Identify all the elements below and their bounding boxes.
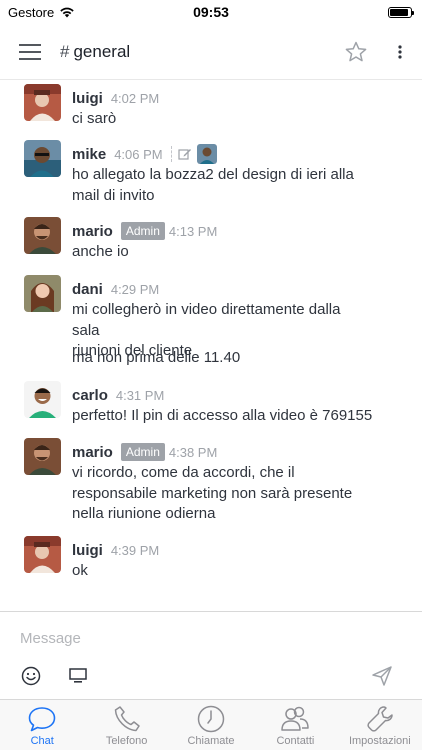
message-header: mario Admin 4:38 PM (72, 442, 217, 462)
avatar[interactable] (24, 536, 61, 573)
message-text: ci sarò (72, 109, 372, 130)
send-button[interactable] (370, 664, 394, 688)
status-left: Gestore (8, 5, 75, 20)
message-line: ci sarò (72, 110, 117, 127)
message-time: 4:29 PM (110, 281, 160, 297)
message-time: 4:39 PM (110, 542, 160, 558)
username[interactable]: luigi (72, 90, 103, 107)
avatar[interactable] (24, 217, 61, 254)
message-line: ho allegato la bozza2 del design di ieri… (72, 166, 354, 183)
admin-badge: Admin (120, 222, 165, 240)
message-list[interactable]: luigi 4:02 PM ci sarò mike 4:06 PM ho al… (0, 80, 422, 610)
divider (170, 146, 172, 162)
username[interactable]: dani (72, 281, 103, 298)
star-icon (345, 41, 367, 61)
message-header: dani 4:29 PM (72, 279, 159, 299)
editor-avatar (196, 144, 217, 164)
send-icon (372, 666, 392, 686)
tab-chiamate[interactable]: Chiamate (169, 700, 253, 750)
edited-icon (178, 149, 191, 160)
message-line: ma non prima delle 11.40 (72, 349, 241, 366)
channel-name: general (73, 41, 131, 61)
message-line: anche io (72, 243, 129, 260)
message-header: mike 4:06 PM (72, 144, 217, 164)
message-text: vi ricordo, come da accordi, che il resp… (72, 463, 372, 525)
message-text: ma non prima delle 11.40 (72, 348, 372, 369)
channel-hash-icon: # (60, 41, 70, 61)
tab-label: Impostazioni (348, 735, 411, 747)
carrier-label: Gestore (8, 4, 55, 20)
battery-icon (388, 6, 414, 18)
clock-icon (197, 705, 225, 733)
screen-share-button[interactable] (66, 664, 90, 688)
tab-label: Chiamate (187, 735, 235, 747)
message-line: vi ricordo, come da accordi, che il (72, 464, 295, 481)
wifi-icon (60, 7, 74, 18)
more-options-button[interactable] (378, 24, 422, 80)
message-line: mi collegherò in video direttamente dall… (72, 301, 341, 339)
menu-icon (19, 43, 41, 60)
emoji-icon (21, 666, 41, 686)
username[interactable]: carlo (72, 387, 108, 404)
username[interactable]: mike (72, 146, 106, 163)
tab-impostazioni[interactable]: Impostazioni (338, 700, 422, 750)
admin-badge: Admin (120, 443, 165, 461)
avatar[interactable] (24, 84, 61, 121)
status-bar: Gestore 09:53 (0, 0, 422, 24)
tab-telefono[interactable]: Telefono (84, 700, 168, 750)
message-text: anche io (72, 242, 372, 263)
screen-share-icon (69, 668, 87, 683)
message-header: luigi 4:39 PM (72, 540, 159, 560)
message-time: 4:38 PM (168, 444, 218, 460)
username[interactable]: luigi (72, 542, 103, 559)
message-header: carlo 4:31 PM (72, 385, 164, 405)
message-line: responsabile marketing non sarà presente (72, 484, 353, 502)
username[interactable]: mario (72, 223, 113, 240)
chat-header: # general (0, 24, 422, 80)
message-line: mail di invito (72, 186, 155, 204)
message-time: 4:02 PM (110, 90, 160, 106)
username[interactable]: mario (72, 444, 113, 461)
battery-fill (390, 8, 408, 16)
tab-bar: Chat Telefono Chiamate Contatti Impostaz… (0, 699, 422, 750)
message-time: 4:13 PM (168, 223, 218, 239)
message-header: mario Admin 4:13 PM (72, 221, 217, 241)
message-line: perfetto! Il pin di accesso alla video è… (72, 407, 373, 424)
message-time: 4:31 PM (115, 387, 165, 403)
tab-chat[interactable]: Chat (0, 700, 84, 750)
avatar[interactable] (24, 140, 61, 177)
message-line: nella riunione odierna (72, 505, 216, 522)
emoji-button[interactable] (19, 664, 43, 688)
channel-title[interactable]: # general (60, 42, 334, 62)
message-text: perfetto! Il pin di accesso alla video è… (72, 406, 402, 427)
message-composer (0, 611, 422, 699)
tab-label: Chat (30, 735, 54, 747)
phone-icon (114, 706, 140, 732)
message-input[interactable] (20, 630, 400, 647)
message-text: ok (72, 561, 372, 582)
message-text: ho allegato la bozza2 del design di ieri… (72, 165, 372, 206)
tab-label: Telefono (105, 735, 148, 747)
more-vertical-icon (398, 44, 402, 59)
message-header: luigi 4:02 PM (72, 88, 159, 108)
avatar[interactable] (24, 438, 61, 475)
tab-label: Contatti (276, 735, 315, 747)
chat-bubble-icon (28, 707, 56, 732)
message-time: 4:06 PM (114, 146, 163, 162)
avatar[interactable] (24, 275, 61, 312)
tab-contatti[interactable]: Contatti (253, 700, 337, 750)
avatar[interactable] (24, 381, 61, 418)
contacts-icon (281, 706, 310, 731)
message-line: ok (72, 562, 88, 579)
wrench-icon (367, 706, 393, 732)
menu-button[interactable] (0, 24, 60, 80)
favorite-button[interactable] (334, 24, 378, 80)
